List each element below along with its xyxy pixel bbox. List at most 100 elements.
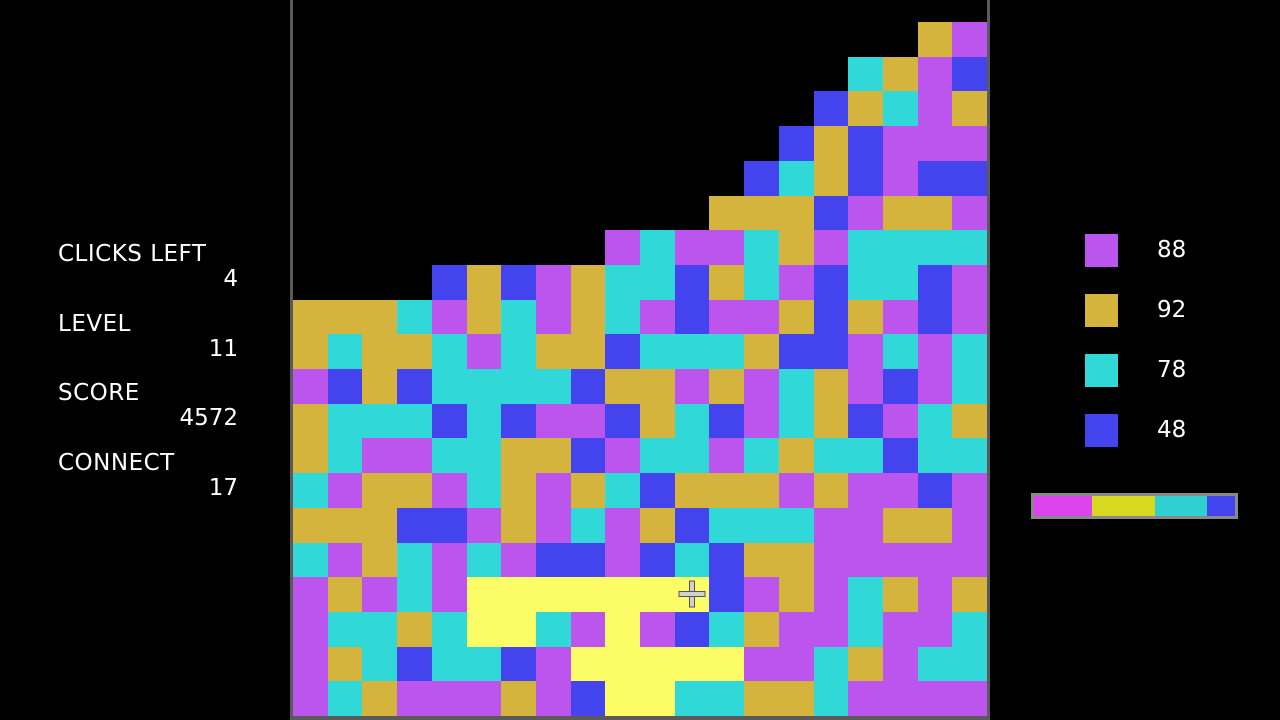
block[interactable] xyxy=(605,403,641,439)
block[interactable] xyxy=(466,264,502,300)
block[interactable] xyxy=(431,369,467,404)
block[interactable] xyxy=(952,334,988,370)
block[interactable] xyxy=(570,403,606,439)
block[interactable] xyxy=(952,646,988,682)
highlighted-block[interactable] xyxy=(674,577,710,613)
block[interactable] xyxy=(813,91,849,127)
block[interactable] xyxy=(848,230,884,266)
block[interactable] xyxy=(327,438,363,474)
block[interactable] xyxy=(952,507,988,543)
highlighted-block[interactable] xyxy=(640,646,675,682)
block[interactable] xyxy=(813,126,849,162)
highlighted-block[interactable] xyxy=(501,611,537,647)
block[interactable] xyxy=(466,507,502,543)
block[interactable] xyxy=(293,438,328,474)
block[interactable] xyxy=(501,403,537,439)
block[interactable] xyxy=(397,403,433,439)
block[interactable] xyxy=(952,542,988,578)
block[interactable] xyxy=(293,334,328,370)
block[interactable] xyxy=(813,646,849,682)
highlighted-block[interactable] xyxy=(605,681,641,717)
block[interactable] xyxy=(848,611,884,647)
block[interactable] xyxy=(709,473,745,509)
block[interactable] xyxy=(327,369,363,404)
block[interactable] xyxy=(882,126,918,162)
block[interactable] xyxy=(709,264,745,300)
block[interactable] xyxy=(744,611,780,647)
block[interactable] xyxy=(952,438,988,474)
block[interactable] xyxy=(327,403,363,439)
block[interactable] xyxy=(709,438,745,474)
block[interactable] xyxy=(952,160,988,196)
block[interactable] xyxy=(501,681,537,717)
block[interactable] xyxy=(952,577,988,613)
block[interactable] xyxy=(744,542,780,578)
block[interactable] xyxy=(501,507,537,543)
block[interactable] xyxy=(293,507,328,543)
block[interactable] xyxy=(570,542,606,578)
block[interactable] xyxy=(917,473,953,509)
block[interactable] xyxy=(293,369,328,404)
block[interactable] xyxy=(640,611,675,647)
block[interactable] xyxy=(674,611,710,647)
block[interactable] xyxy=(605,473,641,509)
block[interactable] xyxy=(431,403,467,439)
block[interactable] xyxy=(397,646,433,682)
block[interactable] xyxy=(709,577,745,613)
block[interactable] xyxy=(674,230,710,266)
block[interactable] xyxy=(778,646,814,682)
block[interactable] xyxy=(813,611,849,647)
block[interactable] xyxy=(466,403,502,439)
block[interactable] xyxy=(327,542,363,578)
block[interactable] xyxy=(848,507,884,543)
block[interactable] xyxy=(327,507,363,543)
block[interactable] xyxy=(605,438,641,474)
highlighted-block[interactable] xyxy=(501,577,537,613)
block[interactable] xyxy=(778,195,814,231)
block[interactable] xyxy=(778,403,814,439)
block[interactable] xyxy=(813,230,849,266)
highlighted-block[interactable] xyxy=(535,577,571,613)
highlighted-block[interactable] xyxy=(709,646,745,682)
block[interactable] xyxy=(917,56,953,92)
block[interactable] xyxy=(570,611,606,647)
block[interactable] xyxy=(744,507,780,543)
block[interactable] xyxy=(466,646,502,682)
block[interactable] xyxy=(917,160,953,196)
block[interactable] xyxy=(744,646,780,682)
block[interactable] xyxy=(327,646,363,682)
block[interactable] xyxy=(535,369,571,404)
highlighted-block[interactable] xyxy=(570,646,606,682)
block[interactable] xyxy=(778,438,814,474)
block[interactable] xyxy=(778,160,814,196)
block[interactable] xyxy=(640,507,675,543)
block[interactable] xyxy=(362,577,398,613)
block[interactable] xyxy=(848,91,884,127)
block[interactable] xyxy=(397,507,433,543)
block[interactable] xyxy=(813,542,849,578)
block[interactable] xyxy=(813,160,849,196)
block[interactable] xyxy=(917,22,953,57)
block[interactable] xyxy=(431,299,467,335)
block[interactable] xyxy=(917,126,953,162)
block[interactable] xyxy=(431,264,467,300)
block[interactable] xyxy=(535,611,571,647)
block[interactable] xyxy=(778,473,814,509)
block[interactable] xyxy=(501,264,537,300)
block[interactable] xyxy=(362,299,398,335)
block[interactable] xyxy=(744,473,780,509)
block[interactable] xyxy=(327,299,363,335)
block[interactable] xyxy=(813,473,849,509)
block[interactable] xyxy=(917,403,953,439)
block[interactable] xyxy=(397,299,433,335)
block[interactable] xyxy=(882,56,918,92)
block[interactable] xyxy=(744,195,780,231)
block[interactable] xyxy=(848,160,884,196)
block[interactable] xyxy=(882,369,918,404)
block[interactable] xyxy=(952,369,988,404)
block[interactable] xyxy=(640,299,675,335)
block[interactable] xyxy=(778,126,814,162)
block[interactable] xyxy=(466,681,502,717)
block[interactable] xyxy=(293,299,328,335)
block[interactable] xyxy=(744,577,780,613)
